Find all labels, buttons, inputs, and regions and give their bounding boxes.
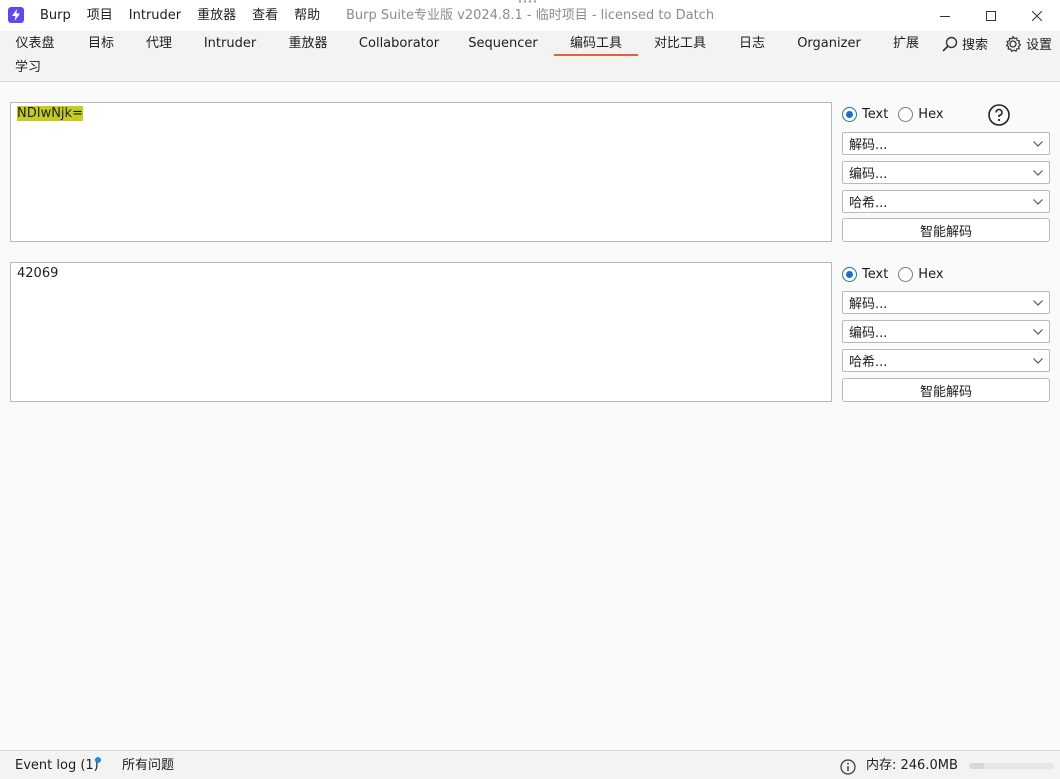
- tab-decoder[interactable]: 编码工具: [554, 31, 638, 56]
- tab-organizer[interactable]: Organizer: [788, 31, 870, 56]
- hex-radio-1[interactable]: Hex: [898, 106, 944, 122]
- radio-checked-icon: [842, 266, 857, 282]
- tab-tools: 搜索 设置: [934, 31, 1060, 56]
- menu-view[interactable]: 查看: [244, 0, 286, 31]
- gear-icon: [1005, 35, 1022, 52]
- search-label: 搜索: [961, 38, 988, 53]
- menu-burp[interactable]: Burp: [32, 0, 79, 31]
- menu-bar: Burp 项目 Intruder 重放器 查看 帮助: [32, 0, 328, 31]
- encode-as-label: 编码...: [849, 326, 888, 341]
- text-radio-2[interactable]: Text: [842, 266, 889, 282]
- memory-bar: [969, 763, 1054, 769]
- chevron-down-icon: [1033, 198, 1043, 205]
- radio-checked-icon: [842, 106, 857, 122]
- chevron-down-icon: [1033, 328, 1043, 335]
- hex-radio-2[interactable]: Hex: [898, 266, 944, 282]
- hash-dropdown-2[interactable]: 哈希...: [842, 349, 1050, 372]
- tab-logger[interactable]: 日志: [728, 31, 776, 56]
- close-icon: [1032, 10, 1042, 21]
- search-icon: [942, 36, 958, 52]
- tab-collaborator[interactable]: Collaborator: [350, 31, 448, 56]
- chevron-down-icon: [1033, 169, 1043, 176]
- burp-logo-icon: [8, 7, 24, 23]
- encode-as-label: 编码...: [849, 167, 888, 182]
- maximize-icon: [986, 10, 996, 21]
- chevron-down-icon: [1033, 140, 1043, 147]
- chevron-down-icon: [1033, 357, 1043, 364]
- menu-help[interactable]: 帮助: [286, 0, 328, 31]
- window-controls: [922, 0, 1060, 31]
- help-icon[interactable]: [988, 104, 1010, 126]
- tab-target[interactable]: 目标: [76, 31, 126, 56]
- decoder-output-editor-2[interactable]: 42069: [10, 262, 832, 402]
- hex-radio-label: Hex: [918, 106, 944, 122]
- hash-dropdown-1[interactable]: 哈希...: [842, 190, 1050, 213]
- settings-label: 设置: [1025, 38, 1052, 53]
- tab-repeater[interactable]: 重放器: [278, 31, 338, 56]
- tab-intruder[interactable]: Intruder: [194, 31, 266, 56]
- decoded-text: 42069: [17, 266, 59, 281]
- hash-label: 哈希...: [849, 196, 888, 211]
- notification-dot-icon: [95, 757, 101, 763]
- tab-extensions[interactable]: 扩展: [882, 31, 930, 56]
- encode-as-dropdown-2[interactable]: 编码...: [842, 320, 1050, 343]
- hash-label: 哈希...: [849, 355, 888, 370]
- menu-project[interactable]: 项目: [79, 0, 121, 31]
- tab-comparer[interactable]: 对比工具: [644, 31, 716, 56]
- tab-proxy[interactable]: 代理: [136, 31, 182, 56]
- text-radio-label: Text: [862, 106, 889, 122]
- tab-learn[interactable]: 学习: [4, 55, 52, 80]
- decoder-controls-2: Text Hex 解码... 编码... 哈希... 智能解码: [842, 263, 1050, 403]
- grip-handle-icon: [518, 0, 537, 3]
- event-log-link[interactable]: Event log (1): [15, 751, 99, 779]
- hex-radio-label: Hex: [918, 266, 944, 282]
- memory-usage: 内存: 246.0MB: [866, 758, 958, 773]
- smart-decode-button-2[interactable]: 智能解码: [842, 378, 1050, 402]
- tab-sequencer[interactable]: Sequencer: [460, 31, 546, 56]
- minimize-icon: [940, 15, 950, 17]
- settings-button[interactable]: 设置: [996, 34, 1060, 53]
- info-icon: [840, 759, 856, 775]
- radio-unchecked-icon: [898, 106, 914, 122]
- tab-dashboard[interactable]: 仪表盘: [4, 31, 66, 56]
- selected-text: NDIwNjk=: [17, 106, 83, 121]
- decode-as-dropdown-1[interactable]: 解码...: [842, 132, 1050, 155]
- text-radio-1[interactable]: Text: [842, 106, 889, 122]
- status-bar: Event log (1) 所有问题 内存: 246.0MB: [0, 750, 1060, 779]
- smart-decode-button-1[interactable]: 智能解码: [842, 218, 1050, 242]
- close-button[interactable]: [1014, 0, 1060, 31]
- menu-repeater[interactable]: 重放器: [189, 0, 244, 31]
- maximize-button[interactable]: [968, 0, 1014, 31]
- encode-as-dropdown-1[interactable]: 编码...: [842, 161, 1050, 184]
- mode-selector-2: Text Hex: [842, 263, 954, 285]
- all-issues-link[interactable]: 所有问题: [122, 751, 174, 779]
- decode-as-dropdown-2[interactable]: 解码...: [842, 291, 1050, 314]
- decoder-input-editor-1[interactable]: NDIwNjk=: [10, 102, 832, 242]
- minimize-button[interactable]: [922, 0, 968, 31]
- decode-as-label: 解码...: [849, 297, 888, 312]
- radio-unchecked-icon: [898, 266, 914, 282]
- text-radio-label: Text: [862, 266, 889, 282]
- mode-selector-1: Text Hex: [842, 103, 954, 125]
- main-tab-bar: 仪表盘 目标 代理 Intruder 重放器 Collaborator Sequ…: [0, 31, 1060, 82]
- title-bar: Burp 项目 Intruder 重放器 查看 帮助 Burp Suite专业版…: [0, 0, 1060, 31]
- menu-intruder[interactable]: Intruder: [121, 0, 189, 31]
- decoder-controls-1: Text Hex 解码... 编码... 哈希... 智能解码: [842, 103, 1050, 243]
- decode-as-label: 解码...: [849, 138, 888, 153]
- search-button[interactable]: 搜索: [934, 34, 996, 53]
- chevron-down-icon: [1033, 299, 1043, 306]
- memory-bar-fill: [969, 763, 985, 769]
